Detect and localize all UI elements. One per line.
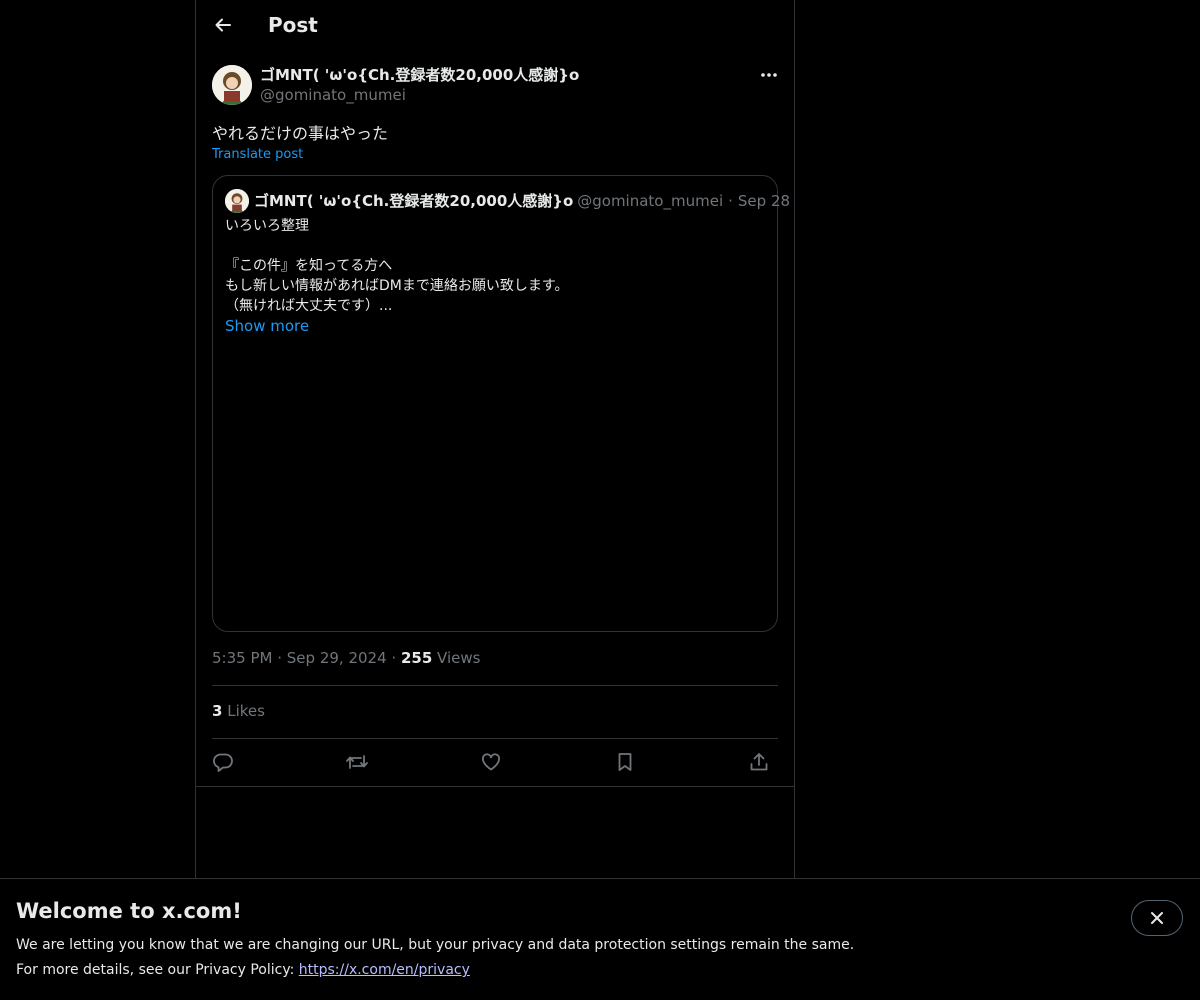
repost-button[interactable] [342, 748, 372, 776]
close-banner-button[interactable] [1131, 900, 1183, 936]
reply-button[interactable] [208, 748, 238, 776]
divider [196, 786, 794, 787]
post-meta: 5:35 PM · Sep 29, 2024 · 255 Views [212, 649, 480, 667]
quoted-post[interactable]: ゴMNT( 'ω'o{Ch.登録者数20,000人感謝}o @gominato_… [212, 175, 790, 632]
avatar-image [212, 65, 252, 105]
close-icon [1151, 912, 1163, 924]
quoted-text-line: （無ければ大丈夫です）... [225, 298, 393, 314]
share-icon [750, 753, 768, 771]
quoted-text-line [225, 236, 568, 256]
quoted-header: ゴMNT( 'ω'o{Ch.登録者数20,000人感謝}o @gominato_… [254, 190, 790, 211]
privacy-policy-link[interactable]: https://x.com/en/privacy [299, 962, 470, 978]
separator-dot: · [277, 649, 287, 667]
author-name[interactable]: ゴMNT( 'ω'o{Ch.登録者数20,000人感謝}o [260, 64, 579, 85]
repost-icon [346, 755, 368, 769]
translate-post-link[interactable]: Translate post [212, 147, 303, 162]
page-title: Post [268, 13, 318, 37]
header: Post [196, 0, 794, 54]
bookmark-button[interactable] [610, 748, 640, 776]
more-button[interactable] [756, 64, 782, 86]
banner-privacy-note: For more details, see our Privacy Policy… [16, 962, 470, 978]
post-date[interactable]: Sep 29, 2024 [287, 649, 387, 667]
welcome-banner: Welcome to x.com! We are letting you kno… [0, 878, 1200, 1000]
banner-message: We are letting you know that we are chan… [16, 937, 855, 953]
likes-count: 3 [212, 702, 223, 720]
heart-icon [482, 753, 500, 771]
post-text: やれるだけの事はやった [212, 124, 389, 143]
quoted-author-handle: @gominato_mumei [577, 192, 724, 210]
post-time[interactable]: 5:35 PM [212, 649, 272, 667]
author-handle[interactable]: @gominato_mumei [260, 86, 406, 104]
likes-link[interactable]: 3 Likes [212, 702, 265, 720]
quoted-date: Sep 28 [737, 192, 791, 210]
views-label: Views [437, 649, 481, 667]
quoted-text: いろいろ整理 『この件』を知ってる方へ もし新しい情報があればDMまで連絡お願い… [225, 216, 568, 316]
divider [212, 685, 778, 686]
main-column: Post ゴMNT( 'ω'o{Ch.登録者数20,000人感謝}o @gomi… [195, 0, 795, 878]
quoted-text-line: 『この件』を知ってる方へ [225, 258, 393, 274]
page: Post ゴMNT( 'ω'o{Ch.登録者数20,000人感謝}o @gomi… [0, 0, 1200, 1000]
separator-dot: · [728, 192, 733, 210]
likes-label: Likes [227, 702, 265, 720]
show-more-link[interactable]: Show more [225, 317, 309, 335]
share-button[interactable] [744, 748, 774, 776]
quoted-avatar [225, 189, 249, 213]
avatar[interactable] [212, 65, 252, 105]
like-button[interactable] [476, 748, 506, 776]
banner-title: Welcome to x.com! [16, 899, 242, 923]
separator-dot: · [391, 649, 401, 667]
back-button[interactable] [206, 8, 240, 42]
quoted-author-name: ゴMNT( 'ω'o{Ch.登録者数20,000人感謝}o [254, 192, 574, 210]
quoted-text-line: いろいろ整理 [225, 218, 309, 234]
more-horizontal-icon [761, 73, 777, 77]
reply-icon [213, 753, 233, 772]
views-count: 255 [400, 649, 433, 667]
divider [212, 738, 778, 739]
action-bar [212, 748, 778, 776]
bookmark-icon [618, 753, 632, 771]
arrow-left-icon [215, 18, 231, 32]
quoted-text-line: もし新しい情報があればDMまで連絡お願い致します。 [225, 278, 569, 294]
quoted-avatar-image [225, 189, 249, 213]
banner-privacy-prefix: For more details, see our Privacy Policy… [16, 962, 299, 978]
